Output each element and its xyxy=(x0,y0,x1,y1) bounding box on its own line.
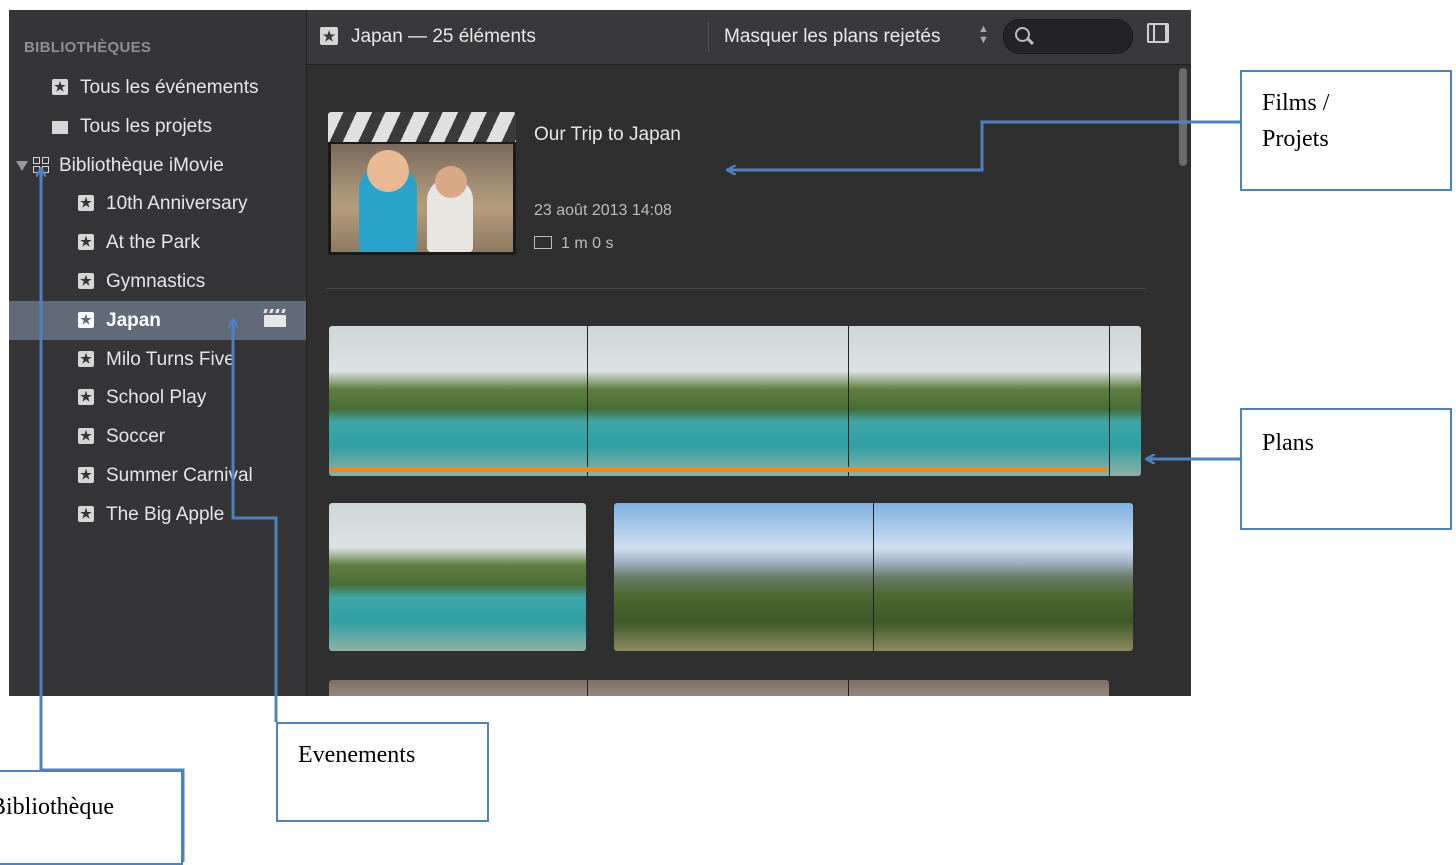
annotation-text: Projets xyxy=(1262,126,1329,152)
annotation-text: Films / xyxy=(1262,90,1330,116)
annotation-text: Evenements xyxy=(298,742,416,768)
evenements-arrow xyxy=(233,320,278,722)
annotation-bibliotheque: Bibliothèque xyxy=(0,770,183,865)
annotation-text: Plans xyxy=(1262,430,1315,456)
bibliotheque-arrow xyxy=(41,169,185,862)
films-arrow xyxy=(728,120,1240,170)
annotation-arrows xyxy=(0,120,1240,862)
annotation-films: Films / Projets xyxy=(1240,70,1452,191)
annotation-text: Bibliothèque xyxy=(0,794,114,820)
annotation-plans: Plans xyxy=(1240,408,1452,530)
annotation-evenements: Evenements xyxy=(276,722,489,822)
